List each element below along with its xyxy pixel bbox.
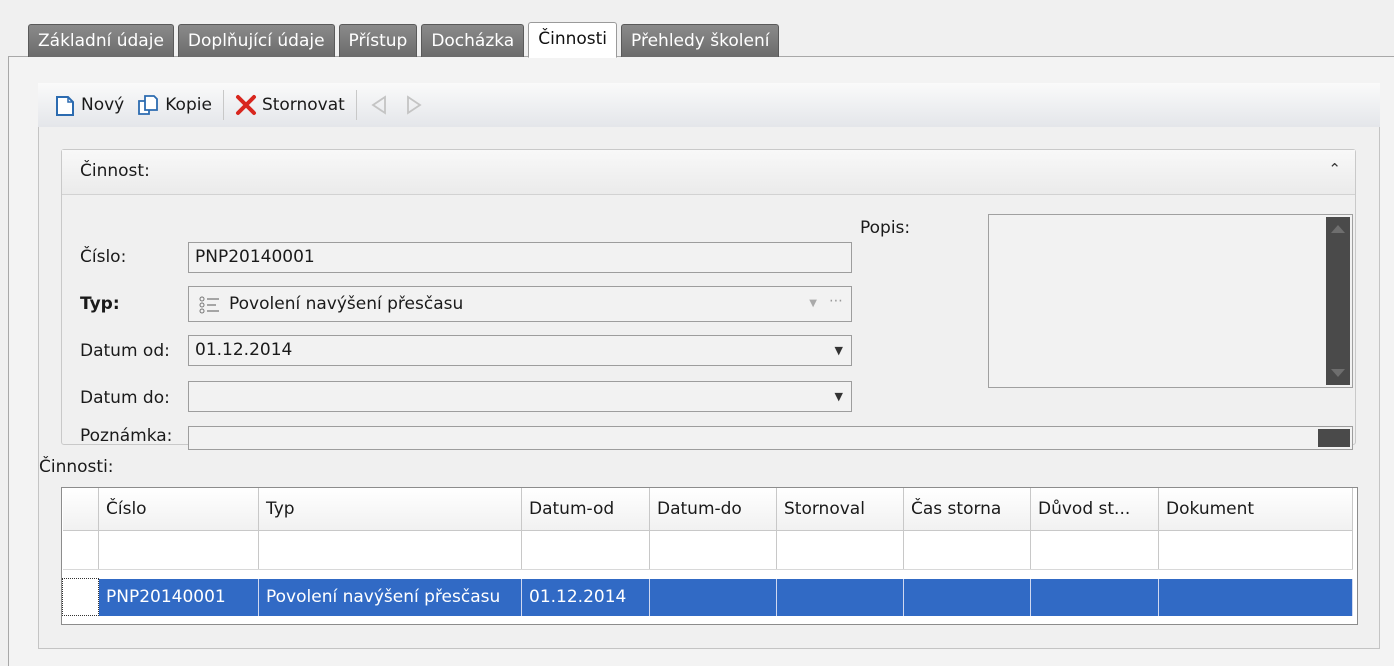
filter-cell[interactable] [776,530,904,570]
poznamka-label: Poznámka: [80,426,173,446]
tab-cinnosti[interactable]: Činnosti [528,22,618,58]
cell-datum-od[interactable]: 01.12.2014 [521,578,650,616]
ellipsis-icon[interactable]: ⋯ [829,284,843,318]
cell-duvod-storna[interactable] [1030,578,1159,616]
cell-dokument[interactable] [1158,578,1353,616]
collapse-chevron-icon[interactable]: ⌃ [1328,160,1341,178]
activity-content-panel: Činnost: ⌃ Číslo: PNP20140001 Typ: Povol… [38,127,1380,649]
poznamka-field[interactable] [188,426,1353,450]
table-row[interactable]: PNP20140001 Povolení navýšení přesčasu 0… [62,578,1353,616]
scroll-down-icon[interactable] [1331,369,1345,377]
copy-button[interactable]: Kopie [132,89,216,121]
column-header-datum-do[interactable]: Datum-do [649,488,777,531]
chevron-down-icon[interactable]: ▼ [835,336,843,365]
copy-icon [138,95,159,115]
cancel-button[interactable]: Stornovat [231,89,349,121]
grid-spacer [63,570,1353,579]
chevron-down-icon[interactable]: ▼ [835,382,843,411]
tab-zakladni-udaje[interactable]: Základní údaje [28,24,174,57]
cell-typ[interactable]: Povolení navýšení přesčasu [258,578,522,616]
column-header-stornoval[interactable]: Stornoval [776,488,904,531]
column-header-typ[interactable]: Typ [258,488,522,531]
grid-header-row: Číslo Typ Datum-od Datum-do Stornoval Ča… [62,488,1353,531]
dropdown-arrow-icon[interactable]: ▼ [809,287,817,321]
filter-row[interactable] [62,530,1353,570]
scroll-up-icon[interactable] [1331,225,1345,233]
column-header-dokument[interactable]: Dokument [1158,488,1353,531]
datum-od-label: Datum od: [80,341,170,361]
arrow-right-icon [406,95,422,115]
datum-do-label: Datum do: [80,388,170,408]
activity-detail-group: Činnost: ⌃ Číslo: PNP20140001 Typ: Povol… [61,149,1356,450]
popis-memo[interactable] [988,214,1353,388]
next-button[interactable] [399,89,434,121]
new-document-icon [56,96,74,116]
column-header-duvod-storna[interactable]: Důvod st... [1030,488,1159,531]
tab-doplnujici-udaje[interactable]: Doplňující údaje [177,24,335,57]
datum-od-value: 01.12.2014 [195,340,293,360]
toolbar-separator [355,90,357,120]
typ-value: Povolení navýšení přesčasu [229,294,464,314]
column-header-cas-storna[interactable]: Čas storna [903,488,1031,531]
previous-button[interactable] [364,89,399,121]
datum-do-field[interactable]: ▼ [188,381,852,412]
list-icon [199,296,219,314]
filter-cell[interactable] [258,530,522,570]
arrow-left-icon [371,95,386,115]
tab-strip: Základní údaje Doplňující údaje Přístup … [28,22,783,58]
row-indicator-header [62,488,99,531]
cancel-button-label: Stornovat [261,95,345,115]
toolbar-separator [222,90,224,120]
group-header: Činnost: ⌃ [62,150,1355,195]
datum-od-field[interactable]: 01.12.2014 ▼ [188,335,852,366]
filter-cell[interactable] [521,530,650,570]
activities-grid: Číslo Typ Datum-od Datum-do Stornoval Ča… [61,487,1358,625]
new-button-label: Nový [81,95,125,115]
cell-datum-do[interactable] [649,578,777,616]
cislo-field[interactable]: PNP20140001 [188,242,852,273]
cell-stornoval[interactable] [776,578,904,616]
activities-list-title: Činnosti: [39,457,114,477]
row-indicator[interactable] [62,578,99,616]
column-header-datum-od[interactable]: Datum-od [521,488,650,531]
tab-dochazka[interactable]: Docházka [421,24,525,57]
filter-cell[interactable] [1158,530,1353,570]
tab-prehledy-skoleni[interactable]: Přehledy školení [621,24,780,57]
popis-scrollbar[interactable] [1326,217,1350,385]
group-title: Činnost: [80,161,150,181]
filter-cell[interactable] [649,530,777,570]
typ-field[interactable]: Povolení navýšení přesčasu ▼ ⋯ [188,286,852,322]
filter-cell[interactable] [98,530,259,570]
filter-cell[interactable] [903,530,1031,570]
typ-label: Typ: [80,294,120,314]
cancel-x-icon [235,95,256,115]
filter-cell[interactable] [1030,530,1159,570]
poznamka-expand-button[interactable] [1318,429,1350,447]
cell-cislo[interactable]: PNP20140001 [98,578,259,616]
cislo-label: Číslo: [80,247,127,267]
new-button[interactable]: Nový [50,89,128,121]
tab-pristup[interactable]: Přístup [338,24,418,57]
toolbar: Nový Kopie Stornovat [38,83,1380,128]
copy-button-label: Kopie [165,95,212,115]
column-header-cislo[interactable]: Číslo [98,488,259,531]
popis-label: Popis: [860,218,911,238]
cell-cas-storna[interactable] [903,578,1031,616]
